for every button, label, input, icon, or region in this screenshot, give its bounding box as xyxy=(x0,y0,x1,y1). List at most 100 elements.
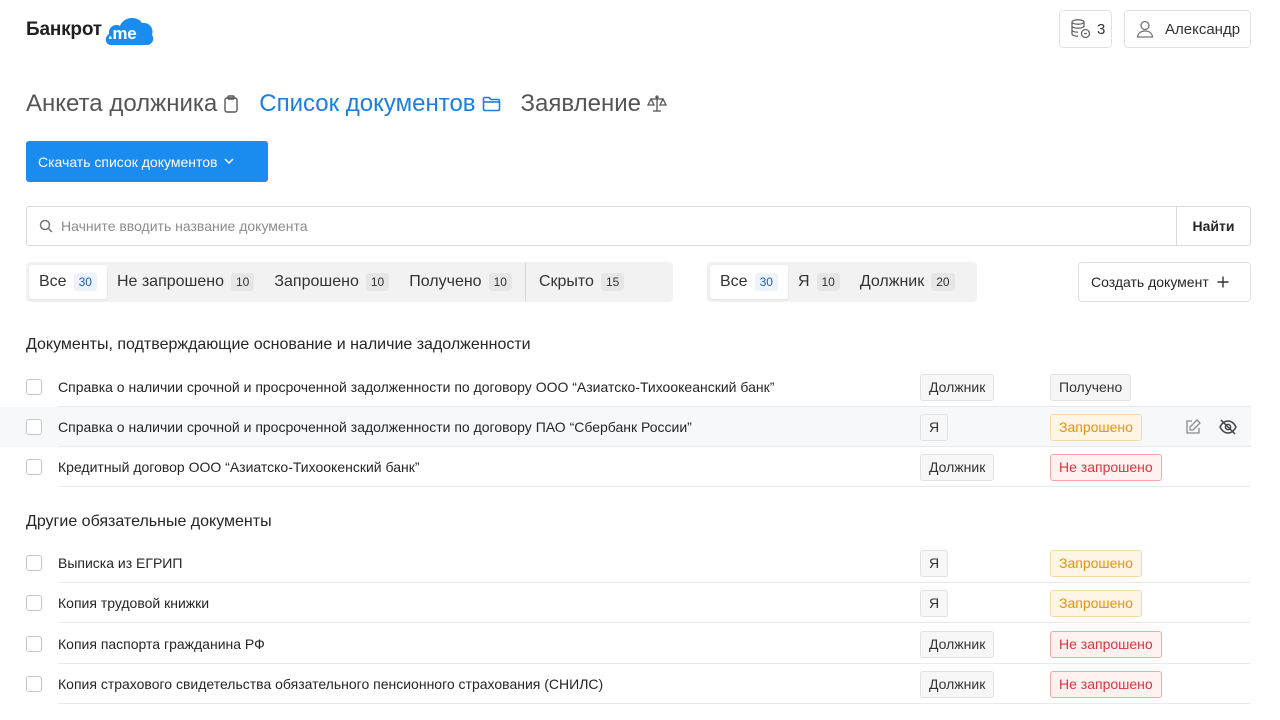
filter-divider xyxy=(524,263,526,301)
download-list-button[interactable]: Скачать список документов xyxy=(26,141,268,182)
filter-count: 10 xyxy=(365,273,390,291)
row-checkbox[interactable] xyxy=(26,555,42,571)
filter-label: Я xyxy=(797,273,810,290)
status-badge: Запрошено xyxy=(1050,549,1142,577)
filter-label: Все xyxy=(720,273,748,290)
document-name[interactable]: Кредитный договор ООО “Азиатско-Тихоокен… xyxy=(58,459,420,475)
coins-button[interactable]: 3 xyxy=(1059,10,1112,48)
owner-badge: Должник xyxy=(920,670,995,698)
find-button[interactable]: Найти xyxy=(1176,207,1250,245)
row-divider xyxy=(58,622,1251,623)
folder-icon xyxy=(482,96,500,112)
section-title: Документы, подтверждающие основание и на… xyxy=(26,336,531,353)
logo-cloud-icon: .me xyxy=(103,13,154,47)
row-checkbox[interactable] xyxy=(26,676,42,692)
eye-off-icon[interactable] xyxy=(1218,418,1238,436)
owner-badge: Я xyxy=(920,413,949,441)
plus-icon xyxy=(1217,276,1229,288)
row-divider xyxy=(58,703,1251,704)
row-checkbox[interactable] xyxy=(26,379,42,395)
row-checkbox[interactable] xyxy=(26,595,42,611)
filter-label: Все xyxy=(39,273,67,290)
filter-count: 15 xyxy=(600,273,625,291)
search-bar: Найти xyxy=(26,206,1251,246)
section-title: Другие обязательные документы xyxy=(26,513,272,530)
table-row: Выписка из ЕГРИП Я Запрошено xyxy=(0,543,1251,583)
owner-filter-all[interactable]: Все 30 xyxy=(710,265,788,299)
status-badge: Получено xyxy=(1050,373,1132,401)
owner-badge: Должник xyxy=(920,373,995,401)
table-row: Справка о наличии срочной и просроченной… xyxy=(0,367,1251,407)
edit-icon[interactable] xyxy=(1184,418,1202,436)
filter-all[interactable]: Все 30 xyxy=(29,265,107,299)
owner-badge: Я xyxy=(920,589,949,617)
tab-label: Анкета должника xyxy=(26,90,218,117)
table-row: Справка о наличии срочной и просроченной… xyxy=(0,407,1251,447)
status-badge: Запрошено xyxy=(1050,413,1142,441)
status-filter: Все 30 Не запрошено 10 Запрошено 10 Полу… xyxy=(26,262,673,302)
tab-debtor-form[interactable]: Анкета должника xyxy=(26,90,239,118)
status-badge: Не запрошено xyxy=(1050,453,1162,481)
status-badge: Запрошено xyxy=(1050,589,1142,617)
create-document-button[interactable]: Создать документ xyxy=(1078,262,1251,302)
search-input[interactable] xyxy=(61,208,1176,244)
filter-count: 30 xyxy=(73,273,97,291)
page-tabs: Анкета должника Список документов Заявле… xyxy=(26,90,687,118)
logo-suffix: .me xyxy=(107,24,137,43)
tab-application[interactable]: Заявление xyxy=(521,90,667,118)
row-checkbox[interactable] xyxy=(26,419,42,435)
owner-filter-me[interactable]: Я 10 xyxy=(788,265,850,299)
user-menu-button[interactable]: Александр xyxy=(1124,10,1251,48)
tab-document-list[interactable]: Список документов xyxy=(259,90,500,118)
document-name[interactable]: Копия паспорта гражданина РФ xyxy=(58,636,265,652)
table-row: Копия страхового свидетельства обязатель… xyxy=(0,664,1251,704)
filter-label: Должник xyxy=(859,273,925,290)
row-checkbox[interactable] xyxy=(26,459,42,475)
filter-received[interactable]: Получено 10 xyxy=(399,265,522,299)
filter-hidden[interactable]: Скрыто 15 xyxy=(529,265,634,299)
user-name: Александр xyxy=(1165,20,1241,38)
filter-not-requested[interactable]: Не запрошено 10 xyxy=(107,265,264,299)
filter-count: 10 xyxy=(816,273,840,291)
filter-count: 10 xyxy=(488,273,512,291)
owner-filter-debtor[interactable]: Должник 20 xyxy=(850,265,965,299)
row-divider xyxy=(58,486,1251,487)
table-row: Копия трудовой книжки Я Запрошено xyxy=(0,583,1251,623)
logo-text: Банкрот xyxy=(26,19,102,40)
app-header: Банкрот .me 3 Александр xyxy=(0,0,1280,64)
user-icon xyxy=(1136,20,1154,38)
filter-label: Скрыто xyxy=(538,273,594,290)
tab-label: Заявление xyxy=(520,90,641,117)
create-document-label: Создать документ xyxy=(1091,274,1209,290)
search-icon xyxy=(39,219,53,233)
filter-label: Получено xyxy=(409,273,482,290)
filter-count: 30 xyxy=(754,273,778,291)
table-row: Копия паспорта гражданина РФ Должник Не … xyxy=(0,624,1251,664)
chevron-down-icon xyxy=(224,158,234,165)
logo[interactable]: Банкрот .me xyxy=(26,12,154,48)
status-badge: Не запрошено xyxy=(1050,630,1162,658)
owner-badge: Должник xyxy=(920,453,995,481)
row-checkbox[interactable] xyxy=(26,636,42,652)
owner-badge: Я xyxy=(920,549,949,577)
document-name[interactable]: Копия страхового свидетельства обязатель… xyxy=(58,676,603,692)
download-list-label: Скачать список документов xyxy=(38,153,218,170)
coins-icon xyxy=(1071,19,1091,39)
document-name[interactable]: Справка о наличии срочной и просроченной… xyxy=(58,419,692,435)
coins-count: 3 xyxy=(1097,20,1106,38)
scales-icon xyxy=(646,95,667,112)
owner-filter: Все 30 Я 10 Должник 20 xyxy=(707,262,977,302)
filter-count: 20 xyxy=(931,273,955,291)
table-row: Кредитный договор ООО “Азиатско-Тихоокен… xyxy=(0,447,1251,487)
document-name[interactable]: Копия трудовой книжки xyxy=(58,595,209,611)
tab-label: Список документов xyxy=(259,90,476,117)
document-name[interactable]: Выписка из ЕГРИП xyxy=(58,555,182,571)
clipboard-icon xyxy=(224,95,238,113)
filter-label: Запрошено xyxy=(274,273,359,290)
filter-requested[interactable]: Запрошено 10 xyxy=(264,265,399,299)
owner-badge: Должник xyxy=(920,630,995,658)
document-name[interactable]: Справка о наличии срочной и просроченной… xyxy=(58,379,774,395)
status-badge: Не запрошено xyxy=(1050,670,1162,698)
filter-count: 10 xyxy=(231,273,255,291)
filter-label: Не запрошено xyxy=(116,273,224,290)
